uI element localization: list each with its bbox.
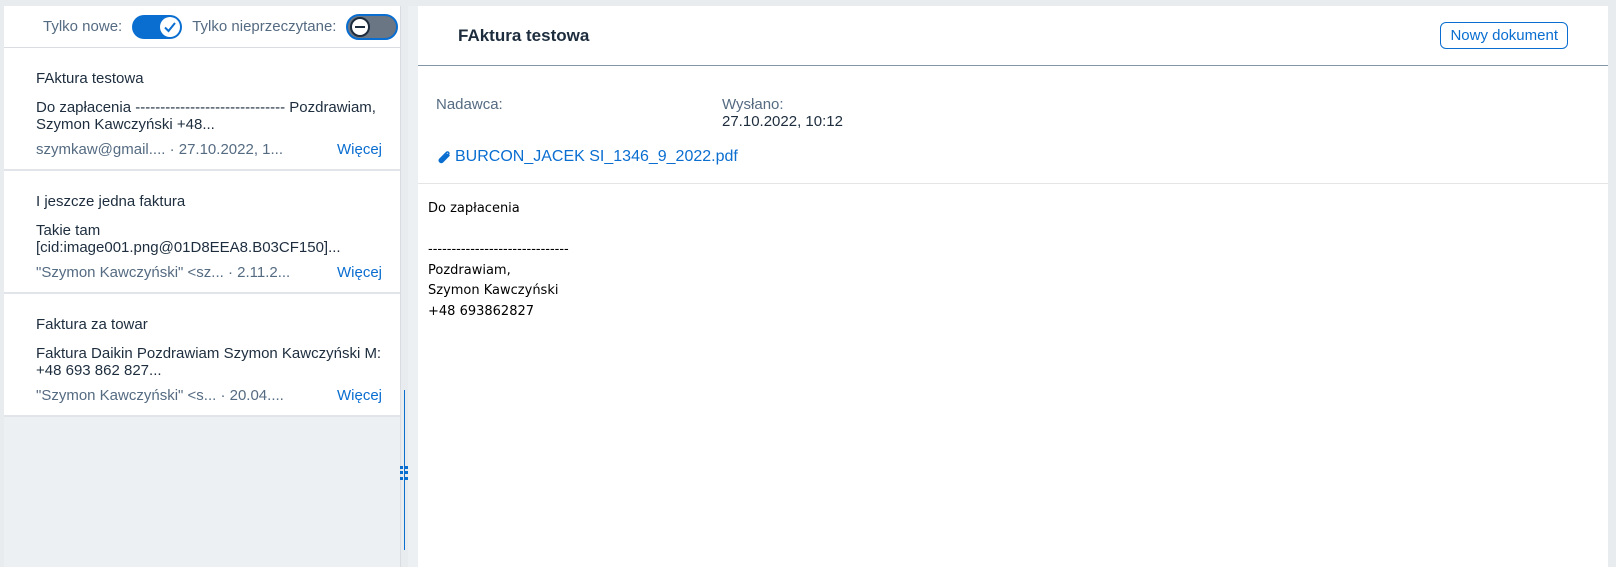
- message-preview: Faktura Daikin Pozdrawiam Szymon Kawczyń…: [36, 345, 382, 379]
- only-unread-label: Tylko nieprzeczytane:: [192, 18, 337, 35]
- message-list-pane: Tylko nowe: Tylko nieprzeczytane: FAktur…: [4, 6, 401, 567]
- new-document-button[interactable]: Nowy dokument: [1440, 22, 1568, 49]
- more-link[interactable]: Więcej: [337, 264, 382, 281]
- mail-body-line: ------------------------------: [428, 242, 569, 257]
- message-list: FAktura testowa Do zapłacenia ----------…: [4, 48, 400, 417]
- sent-value: 27.10.2022, 10:12: [722, 113, 843, 130]
- message-preview: Do zapłacenia --------------------------…: [36, 99, 376, 133]
- message-title: FAktura testowa: [36, 70, 144, 87]
- more-link[interactable]: Więcej: [337, 387, 382, 404]
- mail-body-line: Do zapłacenia: [428, 201, 520, 216]
- more-link[interactable]: Więcej: [337, 141, 382, 158]
- message-meta: szymkaw@gmail.... · 27.10.2022, 1...: [36, 141, 283, 158]
- splitter-gutter: [408, 6, 418, 567]
- mail-body-line: Pozdrawiam,: [428, 262, 511, 278]
- list-item[interactable]: FAktura testowa Do zapłacenia ----------…: [4, 48, 400, 171]
- sender-label: Nadawca:: [436, 96, 503, 113]
- message-detail-pane: FAktura testowa Nowy dokument Nadawca: W…: [418, 6, 1608, 567]
- mail-body-line: +48 693862827: [428, 303, 535, 319]
- only-new-switch[interactable]: [132, 14, 183, 39]
- attachment-name: BURCON_JACEK SI_1346_9_2022.pdf: [455, 148, 738, 165]
- grip-icon[interactable]: [399, 466, 409, 480]
- paperclip-icon: [438, 151, 450, 164]
- detail-title: FAktura testowa: [458, 25, 590, 45]
- message-title: I jeszcze jedna faktura: [36, 193, 186, 210]
- attachment-link[interactable]: BURCON_JACEK SI_1346_9_2022.pdf: [436, 148, 738, 166]
- message-title: Faktura za towar: [36, 316, 148, 333]
- mail-body-line: Szymon Kawczyński: [428, 283, 559, 298]
- detail-header: FAktura testowa Nowy dokument: [418, 6, 1608, 66]
- mail-body: Do zapłacenia --------------------------…: [418, 184, 1608, 322]
- minus-icon: [350, 16, 371, 37]
- list-item[interactable]: Faktura za towar Faktura Daikin Pozdrawi…: [4, 294, 400, 417]
- sent-label: Wysłano:: [722, 96, 784, 113]
- mail-body-line: [428, 220, 1608, 241]
- message-meta-section: Nadawca: Wysłano: 27.10.2022, 10:12 BURC…: [418, 66, 1608, 184]
- only-unread-switch[interactable]: [346, 13, 399, 40]
- list-item[interactable]: I jeszcze jedna faktura Takie tam [cid:i…: [4, 171, 400, 294]
- message-meta: "Szymon Kawczyński" <sz... · 2.11.2...: [36, 264, 291, 281]
- message-preview: Takie tam [cid:image001.png@01D8EEA8.B03…: [36, 222, 341, 256]
- filter-bar: Tylko nowe: Tylko nieprzeczytane:: [4, 6, 400, 48]
- only-new-label: Tylko nowe:: [43, 18, 123, 35]
- checkmark-icon: [160, 16, 181, 37]
- message-meta: "Szymon Kawczyński" <s... · 20.04....: [36, 387, 284, 404]
